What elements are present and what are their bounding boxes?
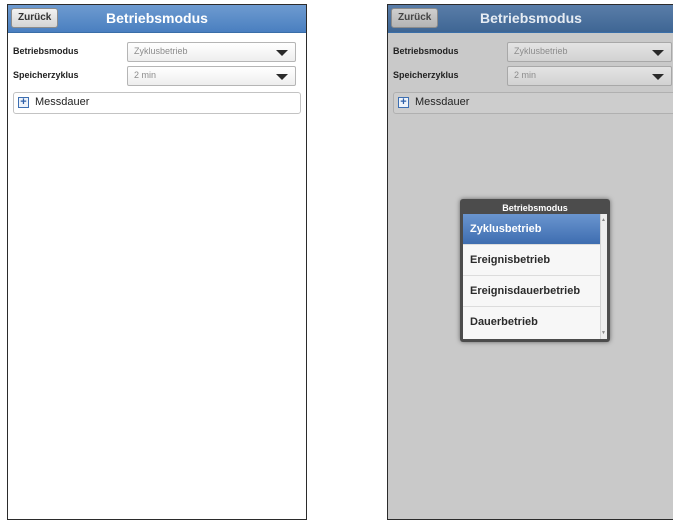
chevron-down-icon [652, 74, 664, 80]
select-value: 2 min [134, 70, 157, 80]
field-label: Speicherzyklus [393, 70, 459, 80]
chevron-down-icon [276, 50, 288, 56]
speicherzyklus-select: 2 min [507, 66, 672, 86]
scroll-down-arrow-icon: ▼ [601, 330, 606, 336]
speicherzyklus-select[interactable]: 2 min [127, 66, 296, 86]
chevron-down-icon [276, 74, 288, 80]
expand-plus-icon: + [398, 97, 409, 108]
header-bar: Betriebsmodus Zurück [8, 5, 306, 33]
field-row-betriebsmodus: Betriebsmodus Zyklusbetrieb [388, 42, 673, 62]
field-label: Betriebsmodus [13, 46, 79, 56]
scroll-up-arrow-icon: ▲ [601, 217, 606, 223]
field-row-speicherzyklus: Speicherzyklus 2 min [388, 66, 673, 86]
section-label: Messdauer [35, 96, 90, 108]
picker-title: Betriebsmodus [502, 203, 568, 213]
chevron-down-icon [652, 50, 664, 56]
section-label: Messdauer [415, 96, 470, 108]
option-ereignisbetrieb[interactable]: Ereignisbetrieb [463, 245, 607, 276]
select-value: Zyklusbetrieb [134, 46, 188, 56]
betriebsmodus-select[interactable]: Zyklusbetrieb [127, 42, 296, 62]
betriebsmodus-picker: Betriebsmodus Zyklusbetrieb Ereignisbetr… [460, 199, 610, 342]
messdauer-section[interactable]: + Messdauer [13, 92, 301, 114]
betriebsmodus-select: Zyklusbetrieb [507, 42, 672, 62]
screen-dropdown-open: Betriebsmodus Zurück Betriebsmodus Zyklu… [387, 4, 673, 520]
scrollbar[interactable]: ▲ ▼ [600, 214, 607, 339]
option-zyklusbetrieb[interactable]: Zyklusbetrieb [463, 214, 607, 245]
field-label: Speicherzyklus [13, 70, 79, 80]
option-dauerbetrieb[interactable]: Dauerbetrieb [463, 307, 607, 338]
field-row-betriebsmodus: Betriebsmodus Zyklusbetrieb [8, 42, 306, 62]
header-bar: Betriebsmodus Zurück [388, 5, 673, 33]
back-button[interactable]: Zurück [11, 8, 59, 28]
option-ereignisdauerbetrieb[interactable]: Ereignisdauerbetrieb [463, 276, 607, 307]
select-value: Zyklusbetrieb [514, 46, 568, 56]
select-value: 2 min [514, 70, 537, 80]
field-row-speicherzyklus: Speicherzyklus 2 min [8, 66, 306, 86]
option-list: Zyklusbetrieb Ereignisbetrieb Ereignisda… [463, 214, 607, 339]
field-label: Betriebsmodus [393, 46, 459, 56]
screen-default: Betriebsmodus Zurück Betriebsmodus Zyklu… [7, 4, 307, 520]
messdauer-section: + Messdauer [393, 92, 673, 114]
back-button: Zurück [391, 8, 439, 28]
expand-plus-icon: + [18, 97, 29, 108]
